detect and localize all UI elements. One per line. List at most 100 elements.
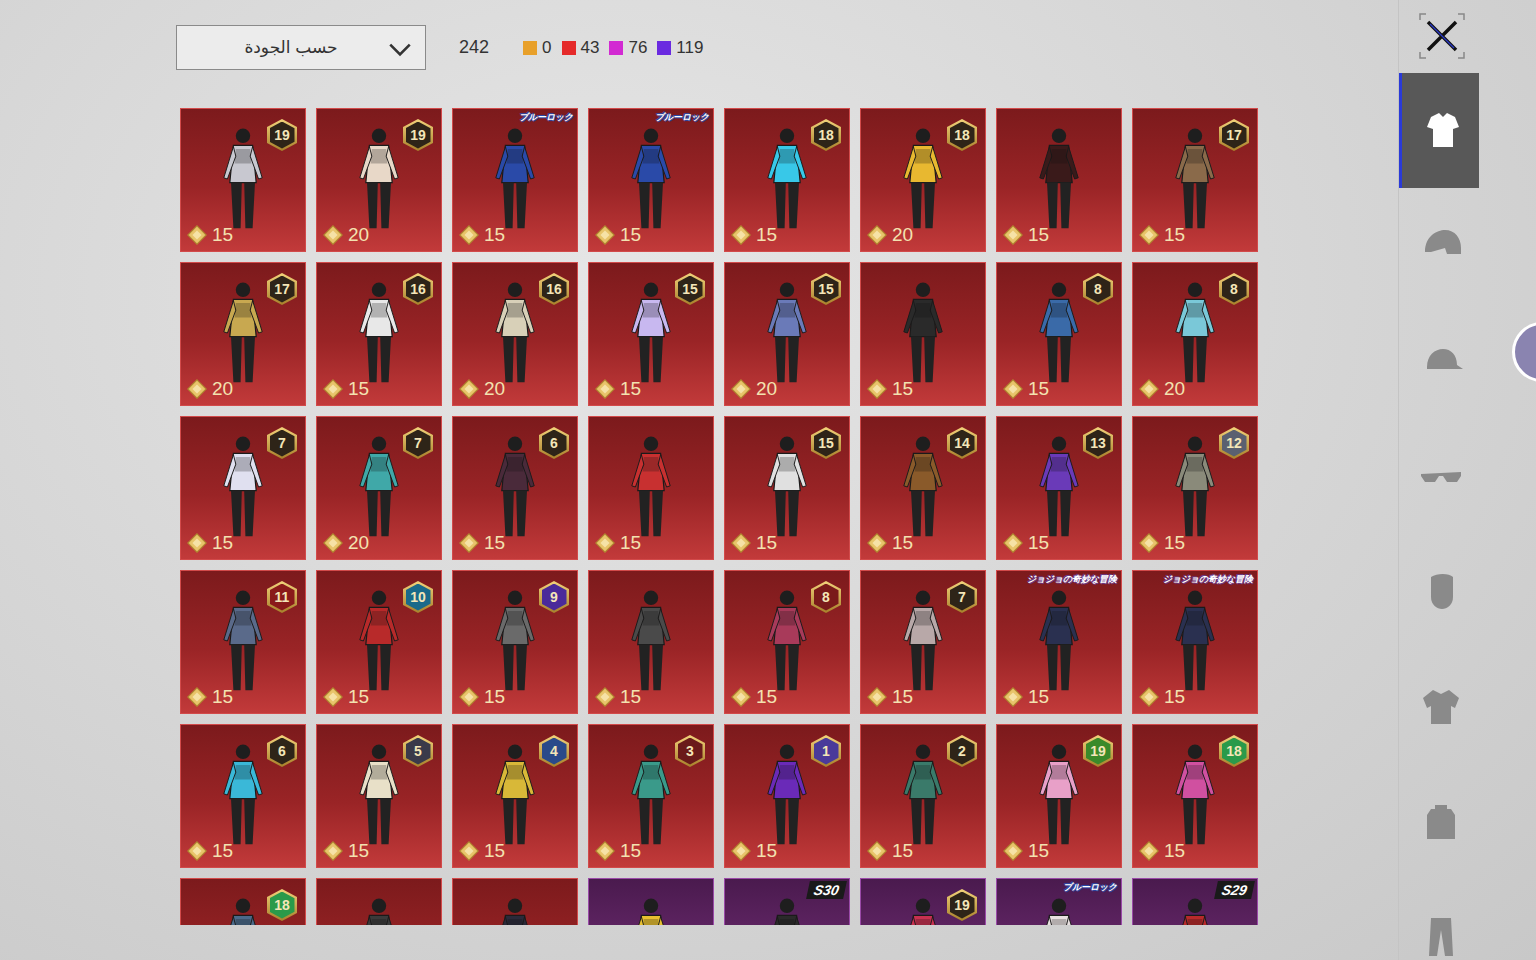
outfit-card[interactable]: 9 15 <box>452 570 578 714</box>
outfit-card[interactable]: 2 15 <box>860 724 986 868</box>
sort-dropdown-label: حسب الجودة <box>244 37 337 58</box>
outfit-figure-icon <box>899 279 947 387</box>
outfit-card[interactable]: 8 15 <box>724 570 850 714</box>
collab-logo: ブルーロック <box>1063 881 1117 894</box>
level-badge: 15 <box>811 427 841 459</box>
outfit-card[interactable]: 19 15 <box>996 724 1122 868</box>
outfit-card[interactable]: ブルーロック <box>996 878 1122 925</box>
outfit-card[interactable]: 5 15 <box>316 724 442 868</box>
category-icon <box>1417 682 1465 730</box>
level-badge: 17 <box>267 273 297 305</box>
outfit-card[interactable]: S30 <box>724 878 850 925</box>
outfit-card[interactable]: 19 <box>860 878 986 925</box>
outfit-card[interactable]: 16 15 <box>316 262 442 406</box>
outfit-card[interactable]: 17 15 <box>1132 108 1258 252</box>
outfit-card[interactable]: 16 20 <box>452 262 578 406</box>
outfit-card[interactable]: 19 15 <box>180 108 306 252</box>
coin-icon <box>1002 686 1024 708</box>
category-tab[interactable] <box>1399 648 1479 763</box>
outfit-card[interactable]: 4 15 <box>452 724 578 868</box>
outfit-card[interactable]: 15 <box>588 570 714 714</box>
outfit-figure-icon <box>899 587 947 695</box>
legend-item: 119 <box>657 38 703 58</box>
outfit-card[interactable]: 17 20 <box>180 262 306 406</box>
outfit-card[interactable]: 15 15 <box>724 416 850 560</box>
collab-logo: ジョジョの奇妙な冒険 <box>1027 573 1117 586</box>
outfit-card[interactable]: 15 <box>588 416 714 560</box>
outfit-card[interactable]: 18 20 <box>860 108 986 252</box>
outfit-card[interactable]: ジョジョの奇妙な冒険 15 <box>996 570 1122 714</box>
price-tag: 15 <box>594 378 641 400</box>
price-tag: 15 <box>322 378 369 400</box>
outfit-figure-icon <box>763 895 811 925</box>
outfit-card[interactable]: 6 15 <box>180 724 306 868</box>
outfit-figure-icon <box>219 125 267 233</box>
outfit-card[interactable]: 15 15 <box>588 262 714 406</box>
outfit-card[interactable]: 10 15 <box>316 570 442 714</box>
item-grid: 19 15 19 20 ブルーロック 15 ブルーロック 15 18 15 18… <box>180 108 1398 925</box>
floating-button[interactable] <box>1512 322 1536 382</box>
outfit-figure-icon <box>491 895 539 925</box>
sort-dropdown[interactable]: حسب الجودة <box>176 25 426 70</box>
category-tab[interactable] <box>1399 188 1479 303</box>
outfit-card[interactable]: 1 15 <box>724 724 850 868</box>
outfit-figure-icon <box>763 125 811 233</box>
category-tab[interactable] <box>1399 418 1479 533</box>
price-tag: 15 <box>186 224 233 246</box>
category-tab[interactable] <box>1399 763 1479 878</box>
price-tag: 15 <box>730 224 777 246</box>
outfit-card[interactable]: 7 15 <box>180 416 306 560</box>
outfit-card[interactable]: 18 15 <box>724 108 850 252</box>
category-tab[interactable] <box>1399 533 1479 648</box>
outfit-card[interactable]: 19 20 <box>316 108 442 252</box>
outfit-card[interactable]: 7 20 <box>316 416 442 560</box>
level-badge: 19 <box>947 889 977 921</box>
outfit-card[interactable]: 12 15 <box>1132 416 1258 560</box>
outfit-figure-icon <box>899 125 947 233</box>
category-sidebar <box>1398 0 1536 960</box>
outfit-card[interactable] <box>316 878 442 925</box>
outfit-card[interactable]: 18 15 <box>1132 724 1258 868</box>
coin-icon <box>730 686 752 708</box>
legend-item: 0 <box>523 38 551 58</box>
close-button[interactable] <box>1418 12 1466 60</box>
outfit-card[interactable]: 14 15 <box>860 416 986 560</box>
quality-swatch <box>609 41 623 55</box>
category-tab[interactable] <box>1399 303 1479 418</box>
outfit-card[interactable]: 11 15 <box>180 570 306 714</box>
price-tag: 15 <box>866 378 913 400</box>
outfit-card[interactable]: 6 15 <box>452 416 578 560</box>
category-tab[interactable] <box>1399 73 1479 188</box>
outfit-card[interactable]: 15 20 <box>724 262 850 406</box>
level-badge: 7 <box>403 427 433 459</box>
coin-icon <box>866 224 888 246</box>
outfit-card[interactable]: 3 15 <box>588 724 714 868</box>
coin-icon <box>866 378 888 400</box>
category-tab[interactable] <box>1399 878 1479 960</box>
outfit-card[interactable]: 13 15 <box>996 416 1122 560</box>
level-badge: 11 <box>267 581 297 613</box>
outfit-card[interactable]: S29 <box>1132 878 1258 925</box>
coin-icon <box>458 378 480 400</box>
price-tag: 20 <box>322 532 369 554</box>
coin-icon <box>1138 378 1160 400</box>
coin-icon <box>594 532 616 554</box>
outfit-card[interactable]: 8 15 <box>996 262 1122 406</box>
level-badge: 14 <box>947 427 977 459</box>
outfit-card[interactable] <box>452 878 578 925</box>
outfit-card[interactable]: 15 <box>860 262 986 406</box>
outfit-card[interactable]: ブルーロック 15 <box>588 108 714 252</box>
outfit-card[interactable]: 18 <box>180 878 306 925</box>
price-tag: 15 <box>594 686 641 708</box>
price-tag: 15 <box>1138 686 1185 708</box>
coin-icon <box>730 840 752 862</box>
category-icon <box>1417 912 1465 960</box>
outfit-card[interactable]: ブルーロック 15 <box>452 108 578 252</box>
outfit-card[interactable]: 7 15 <box>860 570 986 714</box>
outfit-card[interactable]: 15 <box>996 108 1122 252</box>
coin-icon <box>594 378 616 400</box>
outfit-card[interactable]: ジョジョの奇妙な冒険 15 <box>1132 570 1258 714</box>
coin-icon <box>730 378 752 400</box>
outfit-card[interactable] <box>588 878 714 925</box>
outfit-card[interactable]: 8 20 <box>1132 262 1258 406</box>
